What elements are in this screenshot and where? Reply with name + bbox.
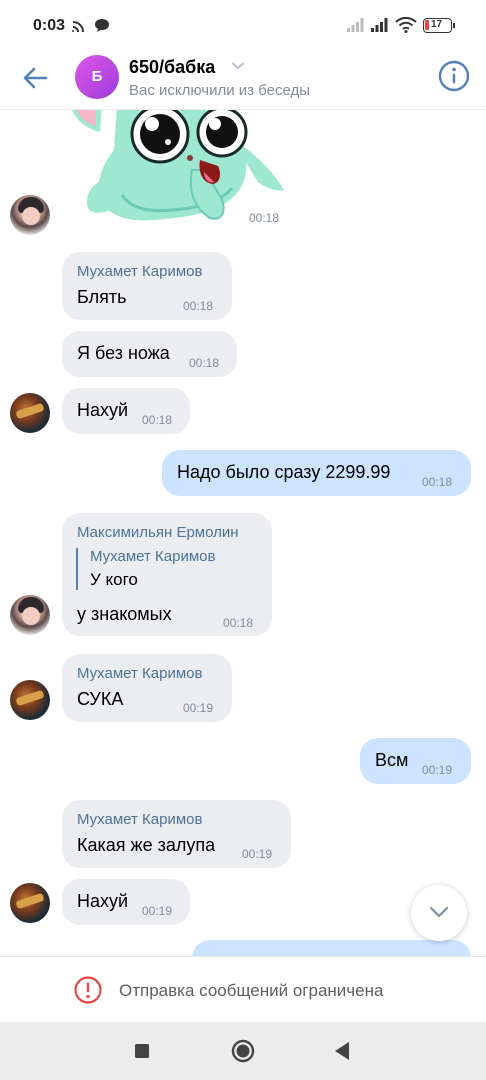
message-text: у знакомых: [77, 604, 172, 624]
signal-icon: [371, 18, 388, 32]
message-bubble[interactable]: Мухамет Каримов Какая же залупа 00:19: [62, 800, 291, 868]
message-time: 00:18: [183, 299, 214, 313]
message-bubble[interactable]: Мухамет Каримов СУКА 00:19: [62, 654, 232, 722]
message-text: Блять: [77, 287, 127, 307]
cast-icon: [72, 21, 84, 33]
recents-icon[interactable]: [134, 1043, 150, 1059]
scroll-down-button[interactable]: [411, 885, 467, 941]
message-text: Я без ножа: [77, 343, 170, 363]
warning-icon: [74, 976, 102, 1004]
message-time: 00:19: [183, 701, 214, 715]
message-text: Нахуй: [77, 400, 129, 420]
message-bubble[interactable]: Нахуй 00:18: [62, 388, 190, 434]
chat-avatar[interactable]: Б: [75, 55, 119, 99]
status-bar: 0:03 17: [0, 0, 486, 52]
sender-name[interactable]: Мухамет Каримов: [77, 811, 202, 828]
message-text: Надо было сразу 2299.99: [177, 462, 391, 482]
message-text: Нахуй: [77, 891, 129, 911]
sender-name[interactable]: Мухамет Каримов: [77, 263, 202, 280]
chat-title[interactable]: 650/бабка: [129, 57, 215, 78]
message-time: 00:18: [223, 616, 254, 630]
reply-sender: Мухамет Каримов: [90, 548, 216, 565]
battery-level: 17: [431, 19, 443, 30]
message-list[interactable]: 00:18 Мухамет Каримов Блять 00:18 Я без …: [0, 110, 486, 956]
chat-header: Б 650/бабка Вас исключили из беседы: [0, 52, 486, 110]
back-arrow-icon[interactable]: [18, 62, 54, 94]
user-avatar[interactable]: [10, 883, 50, 923]
message-time: 00:19: [422, 763, 453, 777]
info-icon[interactable]: [438, 60, 470, 92]
outgoing-message-bubble[interactable]: [192, 940, 471, 956]
reply-quote[interactable]: Мухамет Каримов У кого: [76, 548, 215, 590]
message-bubble[interactable]: Максимильян Ермолин Мухамет Каримов У ко…: [62, 513, 272, 636]
chat-subtitle: Вас исключили из беседы: [129, 82, 311, 99]
status-time: 0:03: [33, 17, 66, 34]
restricted-bar: Отправка сообщений ограничена: [0, 956, 486, 1022]
message-time: 00:18: [142, 413, 173, 427]
restricted-text: Отправка сообщений ограничена: [119, 981, 384, 1000]
user-avatar[interactable]: [10, 393, 50, 433]
back-nav-icon[interactable]: [333, 1041, 351, 1061]
message-time: 00:18: [422, 475, 453, 489]
wifi-icon: [395, 17, 417, 33]
user-avatar[interactable]: [10, 195, 50, 235]
user-avatar[interactable]: [10, 595, 50, 635]
sender-name[interactable]: Максимильян Ермолин: [77, 524, 239, 541]
message-text: Всм: [375, 750, 409, 770]
reply-text: У кого: [90, 570, 138, 589]
message-bubble[interactable]: Я без ножа 00:18: [62, 331, 237, 377]
message-bubble[interactable]: Мухамет Каримов Блять 00:18: [62, 252, 232, 320]
system-nav-bar: [0, 1022, 486, 1080]
outgoing-message-bubble[interactable]: Всм 00:19: [360, 738, 471, 784]
sender-name[interactable]: Мухамет Каримов: [77, 665, 202, 682]
signal-icon: [347, 18, 364, 32]
message-text: Какая же залупа: [77, 835, 216, 855]
chat-bubble-icon: [95, 19, 109, 32]
outgoing-message-bubble[interactable]: Надо было сразу 2299.99 00:18: [162, 450, 471, 496]
home-icon[interactable]: [231, 1039, 255, 1063]
message-text: СУКА: [77, 689, 124, 709]
cat-sticker[interactable]: [62, 110, 292, 225]
sticker-timestamp: 00:18: [249, 211, 280, 225]
chevron-down-icon[interactable]: [232, 62, 244, 70]
message-time: 00:19: [242, 847, 273, 861]
user-avatar[interactable]: [10, 680, 50, 720]
message-time: 00:18: [189, 356, 220, 370]
chevron-down-icon: [429, 906, 449, 918]
message-time: 00:19: [142, 904, 173, 918]
message-bubble[interactable]: Нахуй 00:19: [62, 879, 190, 925]
battery-icon: 17: [423, 18, 455, 33]
